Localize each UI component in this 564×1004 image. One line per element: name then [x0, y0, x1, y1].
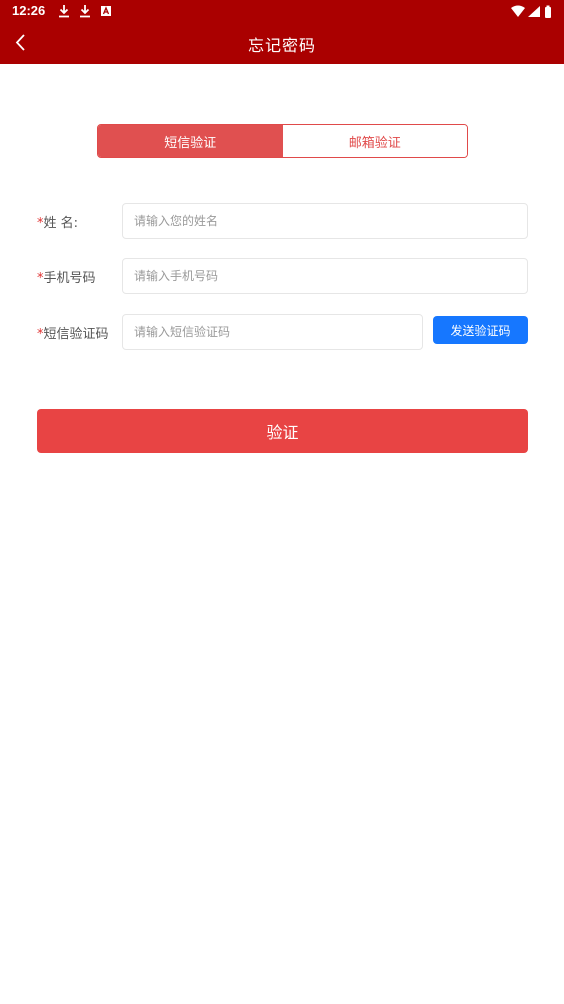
- signal-icon: [528, 6, 540, 17]
- verify-button[interactable]: 验证: [37, 409, 528, 453]
- sms-code-label: *短信验证码: [37, 327, 109, 342]
- app-bar: 忘记密码: [0, 22, 564, 64]
- phone-label: *手机号码: [37, 271, 96, 286]
- name-label: *姓 名:: [37, 216, 79, 231]
- wifi-icon: [511, 5, 525, 17]
- phone-input[interactable]: [122, 258, 528, 294]
- name-input[interactable]: [122, 203, 528, 239]
- send-code-button[interactable]: 发送验证码: [433, 316, 528, 344]
- sms-code-input[interactable]: [122, 314, 423, 350]
- tab-email-verification[interactable]: 邮箱验证: [282, 125, 467, 157]
- status-right-icons: [510, 4, 554, 18]
- download-icon: [79, 3, 93, 19]
- battery-icon: [545, 5, 551, 18]
- page-title: 忘记密码: [247, 36, 316, 55]
- download-icon: [58, 3, 72, 19]
- tab-sms-verification[interactable]: 短信验证: [98, 125, 283, 157]
- status-bar: 12:26: [0, 0, 564, 22]
- status-time: 12:26: [12, 3, 46, 18]
- verification-method-tabs: 短信验证 邮箱验证: [97, 124, 468, 158]
- a-badge-icon: [100, 3, 114, 19]
